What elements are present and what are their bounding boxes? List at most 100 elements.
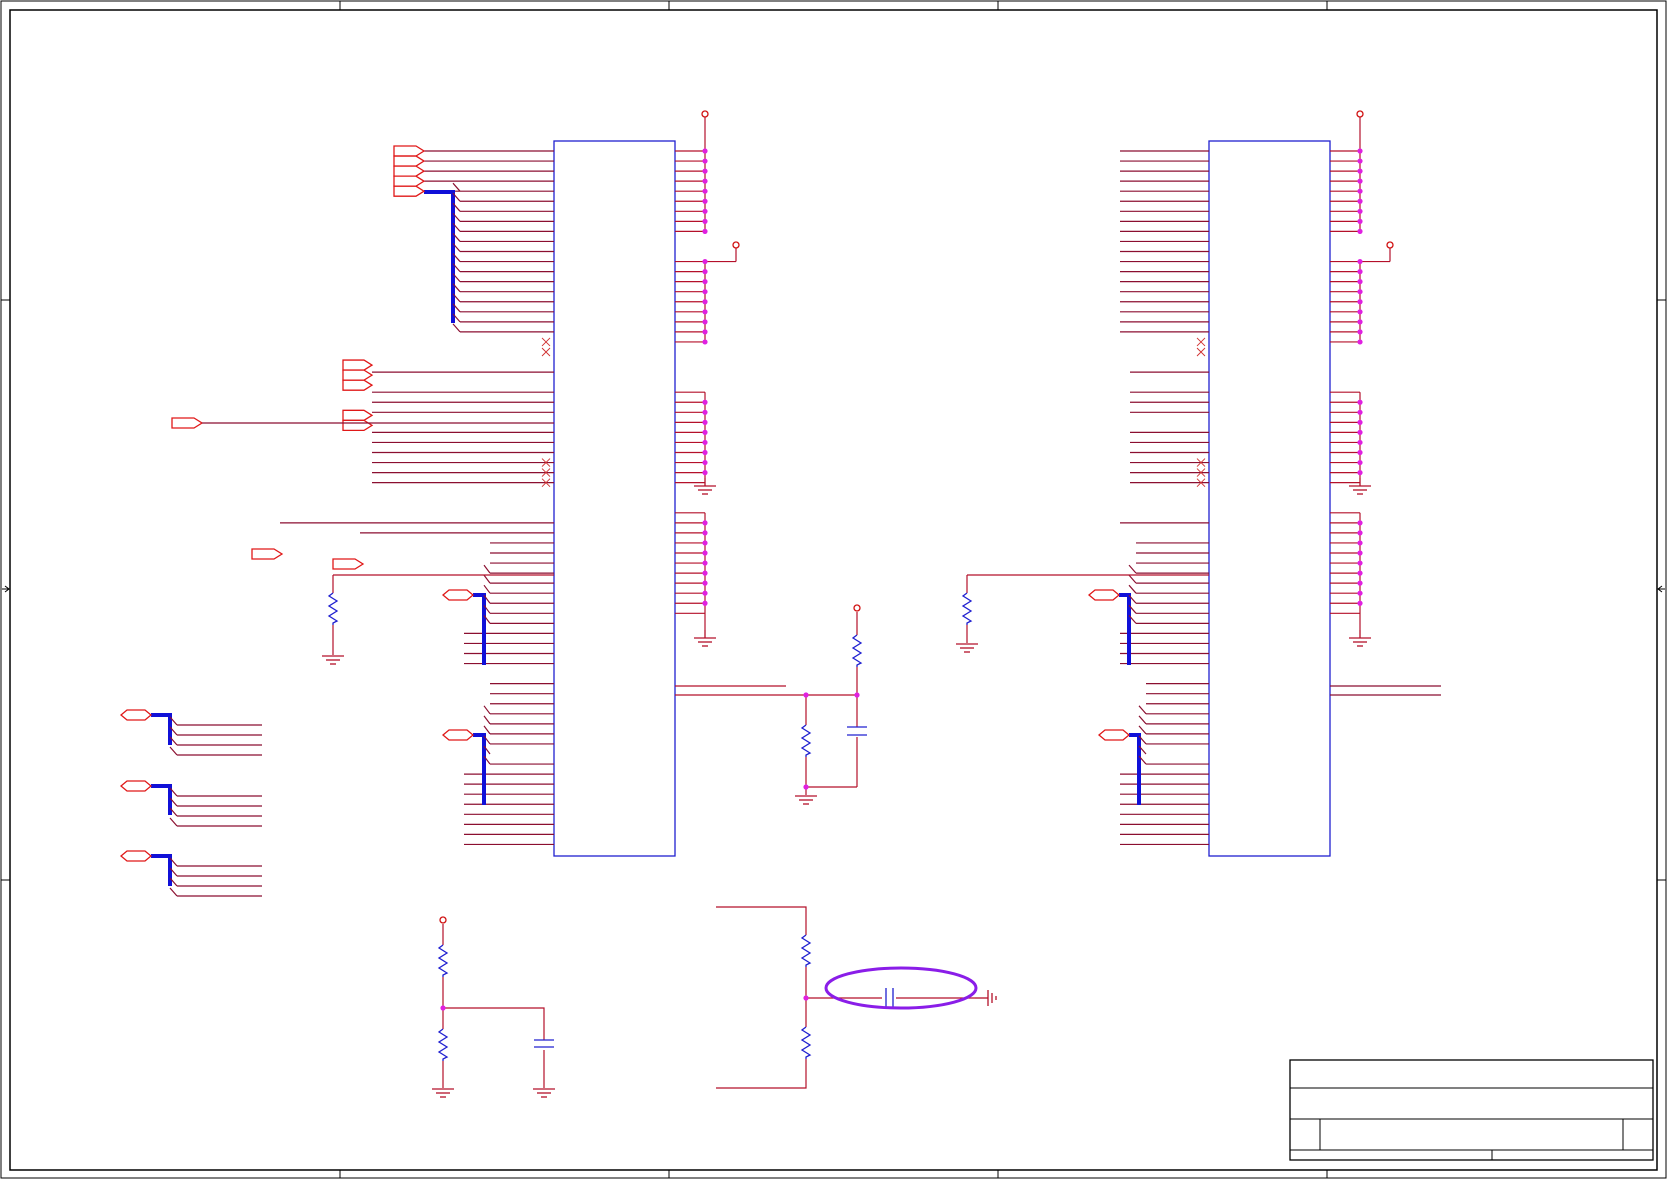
junction-dot (1357, 339, 1363, 345)
junction-dot (1357, 218, 1363, 224)
bus-entry (1128, 574, 1137, 584)
no-connect-icon (1196, 347, 1206, 357)
bus-right-mid (1119, 593, 1131, 665)
junction-dot (1357, 228, 1363, 234)
junction-dot (1357, 419, 1363, 425)
bidirectional-port-icon (119, 850, 153, 862)
power-port-icon (1386, 241, 1394, 249)
bus-entry (483, 715, 491, 725)
junction-dot (702, 289, 708, 295)
junction-dot (702, 269, 708, 275)
capacitor-icon (534, 1039, 554, 1048)
resistor-icon (800, 724, 812, 757)
junction-dot (702, 530, 708, 536)
off-page-connector-icon (342, 359, 374, 371)
junction-dot (702, 580, 708, 586)
ic-right-right-pins (1330, 150, 1360, 614)
junction-dot (702, 550, 708, 556)
bus-entry (483, 574, 491, 584)
bus-entry (169, 746, 178, 756)
bus-entry (483, 564, 491, 574)
junction-dot (702, 570, 708, 576)
bus-entry (169, 817, 178, 827)
junction-dot (1357, 258, 1363, 265)
junction-dot (1357, 289, 1363, 295)
junction-dot (1357, 600, 1363, 606)
junction-dot (702, 279, 708, 285)
highlight-ellipse (824, 966, 978, 1010)
junction-dot (1357, 570, 1363, 576)
power-port-icon (439, 916, 447, 924)
junction-dot (1357, 299, 1363, 305)
off-page-connector-icon (393, 185, 426, 197)
bidirectional-port-icon (1097, 729, 1131, 741)
junction-dot (1357, 439, 1363, 446)
junction-dot (702, 439, 708, 446)
bus-entry (483, 705, 491, 715)
junction-dot (1357, 470, 1363, 476)
bus-group (151, 190, 1141, 886)
bus-entry (1128, 584, 1137, 594)
junction-dot (702, 329, 708, 335)
resistor-icon (961, 592, 973, 625)
ic-left (280, 140, 705, 857)
junction-dot (1357, 520, 1363, 526)
resistor-icon (437, 1028, 449, 1061)
bus-entry (452, 323, 461, 333)
resistor-icon (800, 1026, 812, 1059)
resistor-icon (800, 934, 812, 967)
junction-dot (702, 540, 708, 546)
bus-legend-1 (151, 713, 172, 745)
junction-dot (1357, 168, 1363, 174)
junction-dot (1357, 319, 1363, 325)
junction-dot (1357, 188, 1363, 194)
bus-entry (1138, 705, 1147, 715)
bus-entry (1128, 564, 1137, 574)
ground-icon (694, 630, 716, 647)
junction-dot (702, 228, 708, 234)
off-page-connector-icon (393, 165, 426, 177)
junction-dot (1357, 269, 1363, 275)
junction-dot (1357, 158, 1363, 164)
ground-icon (694, 478, 716, 495)
junction-dot (1357, 279, 1363, 285)
resistor-icon (437, 944, 449, 977)
ground-icon (533, 1088, 555, 1098)
ic-right (1120, 140, 1360, 857)
junction-dot (1357, 198, 1363, 204)
junction-dot (702, 419, 708, 425)
junction-dot (702, 258, 708, 265)
bidirectional-port-icon (1087, 589, 1121, 601)
ground-icon (956, 643, 978, 653)
off-page-connector-icon (171, 417, 204, 429)
junction-dot (1357, 580, 1363, 586)
off-page-connector-icon (332, 558, 365, 570)
ground-icon (795, 795, 817, 805)
bus-legend-2 (151, 784, 172, 815)
power-port-icon (701, 110, 709, 118)
bidirectional-port-icon (441, 589, 475, 601)
junction-dot (702, 409, 708, 415)
junction-dot (1357, 459, 1363, 466)
bus-entry (1138, 725, 1147, 735)
bus-entry (169, 887, 178, 897)
ic-left-body (553, 140, 676, 857)
junction-dot (702, 600, 708, 606)
junction-dot (1357, 148, 1363, 154)
junction-dot (702, 429, 708, 435)
bus-entries (452, 182, 1147, 765)
junction-dot (702, 208, 708, 214)
junction-dot (702, 188, 708, 194)
junction-dot (1357, 208, 1363, 214)
bus-entry (483, 725, 491, 735)
junction-dot (702, 459, 708, 466)
ic-left-right-pins (675, 150, 705, 614)
junction-dot (702, 198, 708, 204)
junction-dot (702, 299, 708, 305)
bus-fanouts (169, 716, 262, 897)
bus-entry (1138, 715, 1147, 725)
junction-dot (702, 339, 708, 345)
power-rails (541, 110, 1394, 647)
off-page-connector-icon (393, 175, 426, 187)
capacitor-icon (847, 726, 867, 736)
